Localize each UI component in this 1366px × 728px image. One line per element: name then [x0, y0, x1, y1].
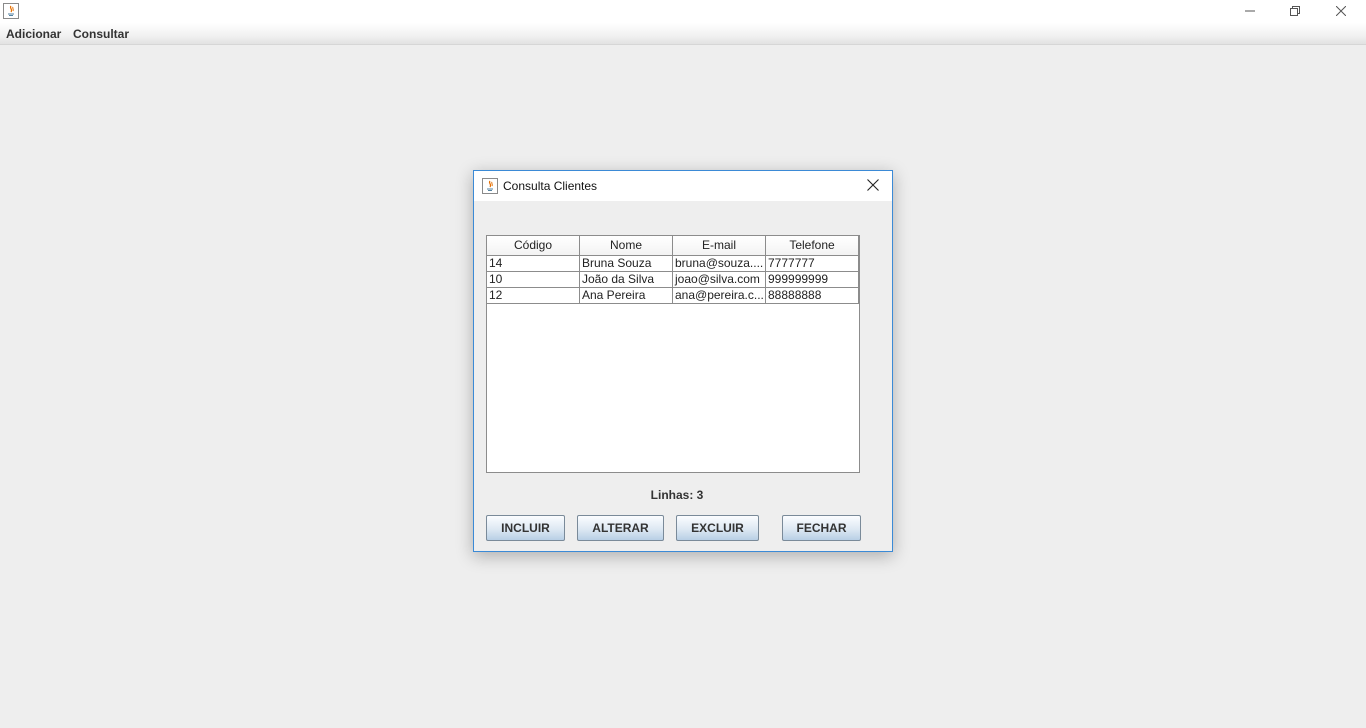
- menu-adicionar[interactable]: Adicionar: [6, 27, 61, 41]
- cell-nome[interactable]: João da Silva: [580, 272, 673, 287]
- cell-email[interactable]: joao@silva.com: [673, 272, 766, 287]
- column-header-email[interactable]: E-mail: [673, 236, 766, 255]
- cell-nome[interactable]: Bruna Souza: [580, 256, 673, 271]
- cell-codigo[interactable]: 10: [487, 272, 580, 287]
- java-icon[interactable]: [3, 3, 19, 19]
- table-row[interactable]: 12 Ana Pereira ana@pereira.c... 88888888: [487, 288, 859, 304]
- cell-telefone[interactable]: 7777777: [766, 256, 859, 271]
- fechar-button[interactable]: FECHAR: [782, 515, 861, 541]
- minimize-icon: [1245, 5, 1255, 19]
- alterar-button[interactable]: ALTERAR: [577, 515, 664, 541]
- row-count-label: Linhas: 3: [650, 488, 704, 502]
- cell-email[interactable]: bruna@souza....: [673, 256, 766, 271]
- column-header-telefone[interactable]: Telefone: [766, 236, 859, 255]
- minimize-button[interactable]: [1227, 0, 1273, 23]
- close-button[interactable]: [1318, 0, 1364, 23]
- table-header: Código Nome E-mail Telefone: [487, 236, 859, 256]
- menu-bar: Adicionar Consultar: [0, 23, 1366, 45]
- close-icon: [867, 178, 879, 194]
- maximize-button[interactable]: [1272, 0, 1318, 23]
- table-row[interactable]: 10 João da Silva joao@silva.com 99999999…: [487, 272, 859, 288]
- cell-telefone[interactable]: 88888888: [766, 288, 859, 303]
- dialog-close-button[interactable]: [864, 177, 882, 195]
- java-icon: [482, 178, 498, 194]
- column-header-nome[interactable]: Nome: [580, 236, 673, 255]
- excluir-button[interactable]: EXCLUIR: [676, 515, 759, 541]
- dialog-title: Consulta Clientes: [503, 179, 598, 193]
- cell-codigo[interactable]: 12: [487, 288, 580, 303]
- maximize-icon: [1290, 5, 1300, 19]
- cell-email[interactable]: ana@pereira.c...: [673, 288, 766, 303]
- incluir-button[interactable]: INCLUIR: [486, 515, 565, 541]
- menu-consultar[interactable]: Consultar: [73, 27, 129, 41]
- cell-codigo[interactable]: 14: [487, 256, 580, 271]
- consulta-clientes-dialog: Consulta Clientes Código Nome E-mail Tel…: [473, 170, 893, 552]
- table-body: 14 Bruna Souza bruna@souza.... 7777777 1…: [487, 256, 859, 304]
- window-titlebar: [0, 0, 1366, 23]
- column-header-codigo[interactable]: Código: [487, 236, 580, 255]
- cell-nome[interactable]: Ana Pereira: [580, 288, 673, 303]
- table-row[interactable]: 14 Bruna Souza bruna@souza.... 7777777: [487, 256, 859, 272]
- cell-telefone[interactable]: 999999999: [766, 272, 859, 287]
- close-icon: [1335, 5, 1347, 19]
- dialog-titlebar: Consulta Clientes: [474, 171, 892, 201]
- clientes-table[interactable]: Código Nome E-mail Telefone 14 Bruna Sou…: [486, 235, 860, 473]
